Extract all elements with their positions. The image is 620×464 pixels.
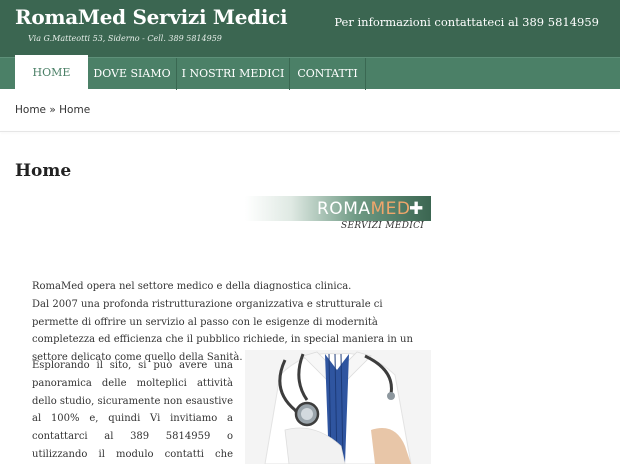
breadcrumb-current: Home xyxy=(59,104,91,116)
site-title[interactable]: RomaMed Servizi Medici xyxy=(15,5,288,29)
logo-text-roma: ROMA xyxy=(317,199,371,219)
nav-item-home[interactable]: HOME xyxy=(15,55,88,90)
medical-cross-icon: ✚ xyxy=(409,199,424,219)
logo-subtitle: SERVIZI MEDICI xyxy=(341,221,425,231)
page-title: Home xyxy=(15,161,72,181)
breadcrumb-separator: » xyxy=(49,104,56,116)
nav-item-i-nostri-medici[interactable]: I NOSTRI MEDICI xyxy=(177,58,290,90)
logo-text-med: MED xyxy=(370,199,411,219)
nav-item-contatti[interactable]: CONTATTI xyxy=(290,58,366,90)
doctor-stethoscope-image xyxy=(245,350,431,464)
intro-paragraph-1: RomaMed opera nel settore medico e della… xyxy=(32,281,352,292)
header-contact-info: Per informazioni contattateci al 389 581… xyxy=(334,15,599,29)
site-subtitle: Via G.Matteotti 53, Siderno - Cell. 389 … xyxy=(28,34,222,43)
breadcrumb-home-link[interactable]: Home xyxy=(15,104,46,116)
explore-paragraph: Esplorando il sito, si può avere una pan… xyxy=(32,357,233,464)
breadcrumb: Home » Home xyxy=(15,104,90,116)
romamed-logo: ROMAMED ✚ SERVIZI MEDICI xyxy=(245,196,431,234)
logo-wordmark: ROMAMED xyxy=(317,199,411,219)
explore-text: Esplorando il sito, si può avere una pan… xyxy=(32,360,234,460)
header-divider xyxy=(0,131,620,132)
nav-item-dove-siamo[interactable]: DOVE SIAMO xyxy=(88,58,177,90)
doctor-illustration xyxy=(264,351,412,464)
site-header: RomaMed Servizi Medici Via G.Matteotti 5… xyxy=(0,0,620,57)
main-navigation: HOME DOVE SIAMO I NOSTRI MEDICI CONTATTI xyxy=(0,55,620,90)
